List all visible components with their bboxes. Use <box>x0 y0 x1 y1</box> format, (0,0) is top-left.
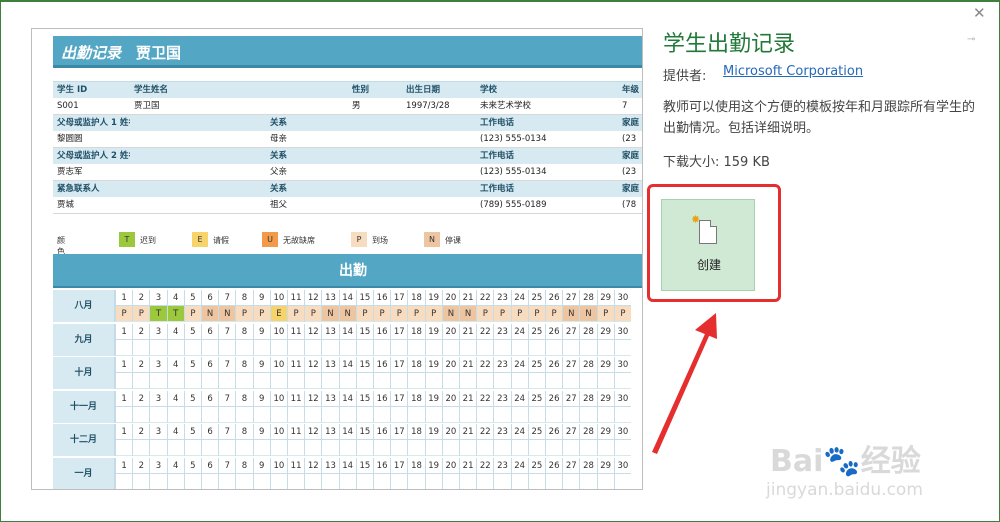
watermark-url: jingyan.baidu.com <box>766 480 923 500</box>
watermark-logo: Bai🐾经验 <box>770 444 921 479</box>
